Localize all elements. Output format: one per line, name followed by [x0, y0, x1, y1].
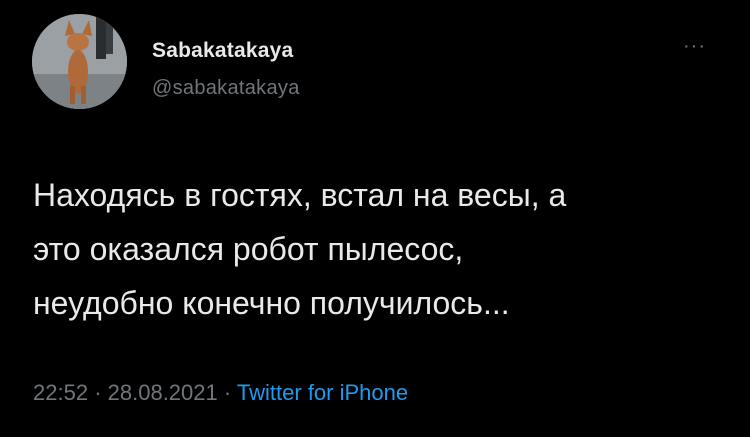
tweet-text: Находясь в гостях, встал на весы, а это … — [33, 177, 567, 321]
tweet-date[interactable]: 28.08.2021 — [108, 380, 218, 405]
tweet-source-link[interactable]: Twitter for iPhone — [237, 380, 408, 405]
more-horizontal-icon[interactable]: ··· — [683, 36, 706, 56]
meta-separator: · — [94, 380, 102, 405]
tweet-meta: 22:52 · 28.08.2021 · Twitter for iPhone — [33, 380, 408, 406]
display-name[interactable]: Sabakatakaya — [152, 39, 293, 63]
avatar[interactable] — [32, 14, 127, 109]
tweet: Sabakatakaya @sabakatakaya ··· Находясь … — [0, 0, 750, 437]
avatar-dog-image — [32, 14, 127, 109]
tweet-time[interactable]: 22:52 — [33, 380, 88, 405]
meta-separator: · — [223, 380, 232, 405]
user-handle[interactable]: @sabakatakaya — [152, 77, 300, 100]
